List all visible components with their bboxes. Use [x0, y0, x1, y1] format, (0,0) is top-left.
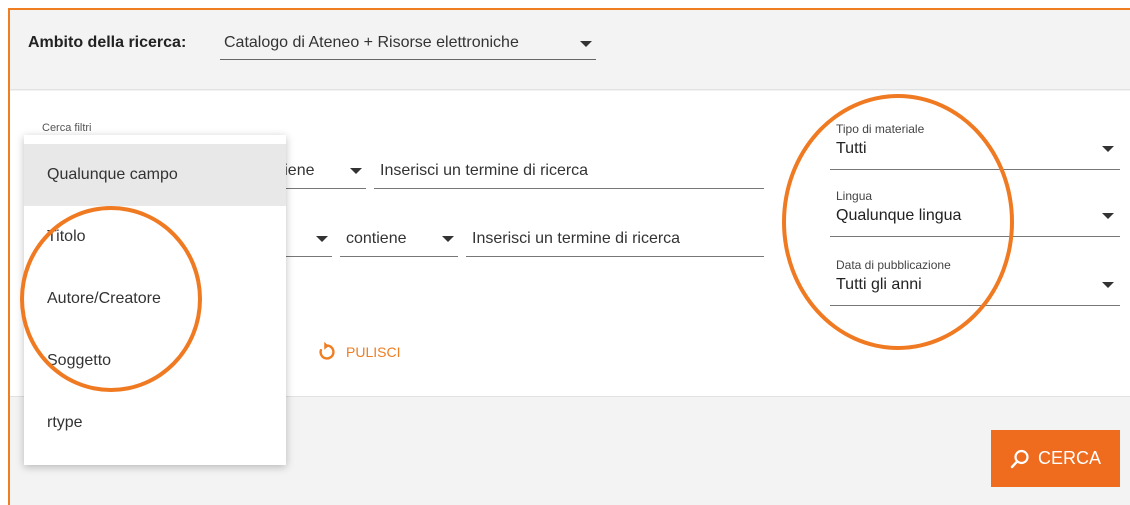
dropdown-item-subject[interactable]: Soggetto [24, 330, 286, 392]
dropdown-item-title[interactable]: Titolo [24, 206, 286, 268]
language-value: Qualunque lingua [836, 207, 962, 224]
chevron-down-icon [1102, 146, 1114, 152]
language-label: Lingua [836, 189, 873, 203]
dropdown-item-label: Titolo [47, 228, 86, 245]
dropdown-item-label: Autore/Creatore [47, 290, 161, 307]
publication-date-label: Data di pubblicazione [836, 258, 951, 272]
search-field-dropdown: Qualunque campo Titolo Autore/Creatore S… [24, 135, 286, 465]
chevron-down-icon [316, 236, 328, 242]
dropdown-item-label: Qualunque campo [47, 166, 178, 183]
chevron-down-icon [1102, 282, 1114, 288]
search-frame: Ambito della ricerca: Catalogo di Ateneo… [8, 8, 1130, 505]
dropdown-item-any-field[interactable]: Qualunque campo [24, 144, 286, 206]
chevron-down-icon [580, 41, 592, 47]
publication-date-value: Tutti gli anni [836, 276, 922, 293]
search-button-label: CERCA [1037, 448, 1101, 468]
chevron-down-icon [442, 236, 454, 242]
scope-label: Ambito della ricerca: [28, 34, 187, 51]
material-type-value: Tutti [836, 140, 867, 157]
dropdown-item-author[interactable]: Autore/Creatore [24, 268, 286, 330]
row2-search-input[interactable]: Inserisci un termine di ricerca [466, 223, 764, 257]
chevron-down-icon [350, 168, 362, 174]
publication-date-select[interactable]: Data di pubblicazione Tutti gli anni [830, 258, 1120, 306]
material-type-label: Tipo di materiale [836, 122, 925, 136]
filters-label: Cerca filtri [42, 122, 92, 134]
row2-operator-value: contiene [346, 230, 407, 247]
search-button[interactable]: CERCA [991, 430, 1120, 487]
reset-icon [319, 341, 335, 360]
scope-select[interactable]: Catalogo di Ateneo + Risorse elettronich… [220, 30, 596, 60]
material-type-select[interactable]: Tipo di materiale Tutti [830, 122, 1120, 170]
clear-button-label: PULISCI [346, 344, 401, 360]
dropdown-item-rtype[interactable]: rtype [24, 392, 286, 454]
chevron-down-icon [1102, 213, 1114, 219]
row1-placeholder: Inserisci un termine di ricerca [380, 162, 589, 179]
dropdown-item-label: rtype [47, 414, 83, 431]
search-icon [1010, 449, 1029, 468]
search-scope-bar: Ambito della ricerca: Catalogo di Ateneo… [10, 10, 1130, 90]
row2-placeholder: Inserisci un termine di ricerca [472, 230, 681, 247]
dropdown-item-label: Soggetto [47, 352, 112, 369]
row1-search-input[interactable]: Inserisci un termine di ricerca [374, 155, 764, 189]
row2-operator-select[interactable]: contiene [340, 223, 458, 257]
scope-value: Catalogo di Ateneo + Risorse elettronich… [224, 34, 519, 51]
clear-button[interactable]: PULISCI [316, 337, 400, 367]
language-select[interactable]: Lingua Qualunque lingua [830, 189, 1120, 237]
